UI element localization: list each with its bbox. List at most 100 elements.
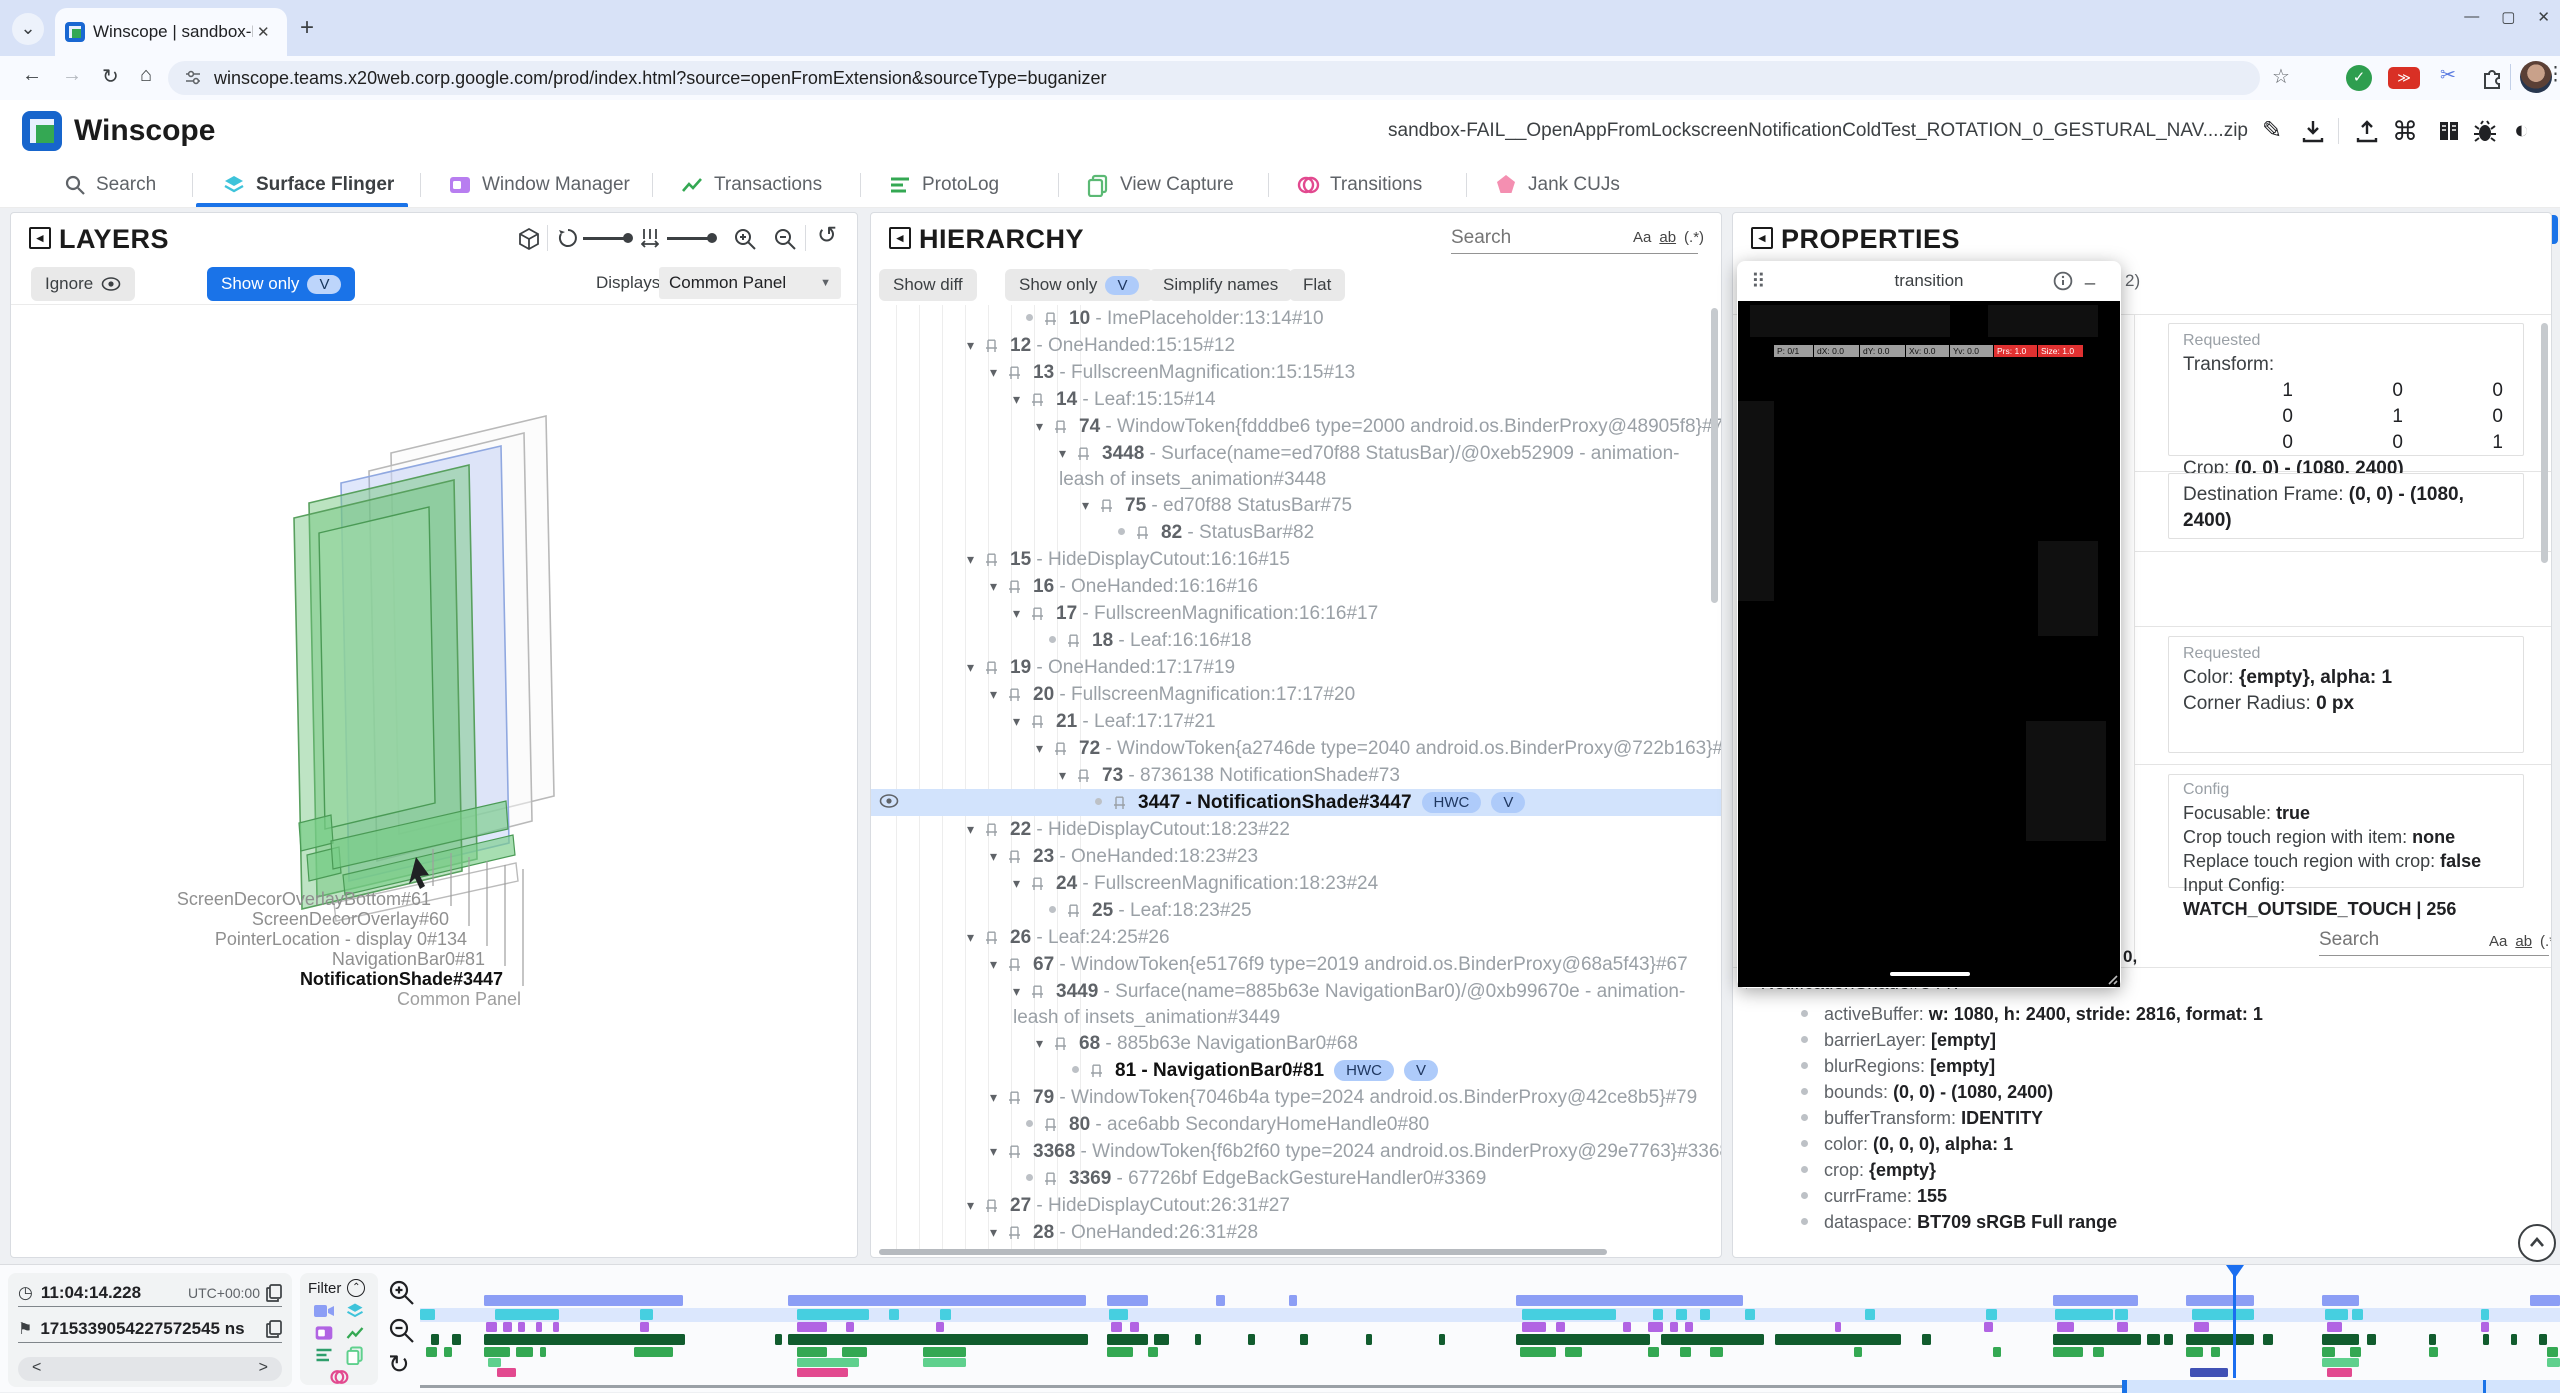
copy-icon[interactable] — [266, 1284, 282, 1302]
tab-view-capture[interactable]: View Capture — [1086, 162, 1234, 208]
collapse-arrow-icon[interactable]: ▾ — [1013, 601, 1031, 626]
extensions-puzzle-icon[interactable] — [2480, 66, 2504, 90]
collapse-arrow-icon[interactable]: ▾ — [1013, 871, 1031, 896]
layer-label[interactable]: ScreenDecorOverlayBottom#61 — [177, 889, 431, 910]
home-icon[interactable]: ⌂ — [140, 64, 152, 87]
window-minimize-button[interactable]: — — [2464, 8, 2479, 26]
scissors-icon[interactable]: ✂ — [2440, 64, 2456, 87]
collapse-arrow-icon[interactable]: ▾ — [990, 1139, 1008, 1164]
collapse-arrow-icon[interactable]: ▾ — [990, 1220, 1008, 1245]
panel-dock-icon[interactable]: ◂ — [889, 227, 911, 249]
prev-entry-button[interactable]: < — [32, 1359, 41, 1377]
ignore-toggle[interactable]: Ignore — [31, 267, 135, 301]
tab-search-chevron-icon[interactable]: ⌄ — [12, 13, 44, 45]
transition-overlay-window[interactable]: transition ⠿ _ P: 0/1dX: 0.0dY: 0.0Xv: 0… — [1737, 261, 2121, 988]
info-icon[interactable] — [2053, 271, 2073, 291]
simplify-names-button[interactable]: Simplify names — [1149, 269, 1292, 301]
properties-vscrollbar[interactable] — [2541, 323, 2548, 563]
report-bug-icon[interactable] — [2472, 118, 2498, 144]
edit-pencil-icon[interactable]: ✎ — [2262, 116, 2282, 145]
screen-recording-trace-icon[interactable] — [313, 1301, 335, 1321]
forward-icon[interactable]: → — [62, 64, 82, 87]
tree-node[interactable]: ▾16 - OneHanded:16:16#16 — [871, 573, 1721, 600]
browser-menu-kebab-icon[interactable]: ⋮ — [2546, 63, 2560, 86]
rotation-slider-knob[interactable] — [623, 233, 633, 243]
match-regex-toggle[interactable]: (.*) — [2540, 933, 2552, 950]
url-bar[interactable]: winscope.teams.x20web.corp.google.com/pr… — [168, 61, 2260, 95]
human-timestamp[interactable]: 11:04:14.228 — [41, 1283, 141, 1303]
collapse-arrow-icon[interactable]: ▾ — [990, 574, 1008, 599]
tab-surface-flinger[interactable]: Surface Flinger — [222, 162, 394, 208]
collapse-arrow-icon[interactable]: ▾ — [990, 360, 1008, 385]
panel-dock-icon[interactable]: ◂ — [1751, 227, 1773, 249]
collapse-arrow-icon[interactable]: ▾ — [990, 682, 1008, 707]
dark-mode-icon[interactable]: ◐ — [2514, 116, 2529, 145]
collapse-arrow-icon[interactable]: ▾ — [967, 1193, 985, 1218]
timeline-tracks[interactable] — [420, 1265, 2560, 1393]
tree-node[interactable]: ▾26 - Leaf:24:25#26 — [871, 924, 1721, 951]
surface-flinger-trace-icon[interactable] — [345, 1301, 365, 1321]
timeline-zoom-in-icon[interactable] — [388, 1279, 414, 1305]
tree-node[interactable]: ▾74 - WindowToken{fdddbe6 type=2000 andr… — [871, 413, 1721, 440]
layer-label[interactable]: ScreenDecorOverlay#60 — [252, 909, 449, 930]
collapse-arrow-icon[interactable]: ▾ — [990, 844, 1008, 869]
property-item[interactable]: barrierLayer: [empty] — [1801, 1027, 2531, 1053]
tree-node[interactable]: ▾14 - Leaf:15:15#14 — [871, 386, 1721, 413]
property-item[interactable]: crop: {empty} — [1801, 1157, 2531, 1183]
timeline-cursor[interactable] — [2233, 1265, 2236, 1378]
property-item[interactable]: bounds: (0, 0) - (1080, 2400) — [1801, 1079, 2531, 1105]
bookmark-star-icon[interactable]: ☆ — [2272, 64, 2290, 89]
tree-node[interactable]: ▾3449 - Surface(name=885b63e NavigationB… — [871, 978, 1721, 1030]
hierarchy-vscrollbar[interactable] — [1711, 308, 1718, 603]
tree-node[interactable]: ▾19 - OneHanded:17:17#19 — [871, 654, 1721, 681]
layers-3d-canvas[interactable] — [11, 301, 858, 1257]
next-entry-button[interactable]: > — [259, 1359, 268, 1377]
tab-close-icon[interactable]: ✕ — [257, 23, 270, 41]
collapse-arrow-icon[interactable]: ▾ — [1013, 979, 1031, 1004]
show-only-v-button[interactable]: Show only V — [1005, 269, 1153, 301]
collapse-arrow-icon[interactable]: ▾ — [967, 333, 985, 358]
site-settings-icon[interactable] — [184, 69, 202, 87]
tab-jank-cujs[interactable]: Jank CUJs — [1494, 162, 1620, 208]
tree-node[interactable]: 82 - StatusBar#82 — [871, 519, 1721, 546]
tree-node[interactable]: 25 - Leaf:18:23#25 — [871, 897, 1721, 924]
match-word-toggle[interactable]: ab — [1659, 229, 1676, 246]
show-only-v-toggle[interactable]: Show only V — [207, 267, 355, 301]
tree-node[interactable]: ▾3368 - WindowToken{f6b2f60 type=2024 an… — [871, 1138, 1721, 1165]
tree-node[interactable]: 18 - Leaf:16:16#18 — [871, 627, 1721, 654]
tree-node[interactable]: ▾15 - HideDisplayCutout:16:16#15 — [871, 546, 1721, 573]
tree-node[interactable]: ▾12 - OneHanded:15:15#12 — [871, 332, 1721, 359]
upload-icon[interactable] — [2354, 118, 2380, 144]
tree-node[interactable]: ▾22 - HideDisplayCutout:18:23#22 — [871, 816, 1721, 843]
layer-label[interactable]: PointerLocation - display 0#134 — [215, 929, 467, 950]
spacing-icon[interactable] — [641, 227, 659, 249]
layer-label[interactable]: NavigationBar0#81 — [332, 949, 485, 970]
reset-view-icon[interactable]: ↺ — [817, 221, 837, 250]
collapse-arrow-icon[interactable]: ▾ — [967, 655, 985, 680]
match-word-toggle[interactable]: ab — [2515, 933, 2532, 950]
resize-handle-icon[interactable] — [2104, 971, 2118, 985]
tree-node[interactable]: ▾3448 - Surface(name=ed70f88 StatusBar)/… — [871, 440, 1721, 492]
collapse-arrow-icon[interactable]: ▾ — [1059, 441, 1077, 466]
copy-icon[interactable] — [266, 1320, 282, 1338]
tree-node[interactable]: 3369 - 67726bf EdgeBackGestureHandler0#3… — [871, 1165, 1721, 1192]
collapse-arrow-icon[interactable]: ▾ — [1036, 736, 1054, 761]
tree-node[interactable]: ▾79 - WindowToken{7046b4a type=2024 andr… — [871, 1084, 1721, 1111]
property-item[interactable]: bufferTransform: IDENTITY — [1801, 1105, 2531, 1131]
tree-node[interactable]: ▾73 - 8736138 NotificationShade#73 — [871, 762, 1721, 789]
property-item[interactable]: blurRegions: [empty] — [1801, 1053, 2531, 1079]
tree-node[interactable]: ▾27 - HideDisplayCutout:26:31#27 — [871, 1192, 1721, 1219]
visibility-eye-icon[interactable] — [879, 794, 899, 808]
collapse-arrow-icon[interactable]: ▾ — [1059, 763, 1077, 788]
window-maximize-button[interactable]: ▢ — [2501, 8, 2515, 26]
new-tab-button[interactable]: + — [300, 14, 314, 42]
hierarchy-hscrollbar[interactable] — [879, 1249, 1607, 1255]
property-item[interactable]: activeBuffer: w: 1080, h: 2400, stride: … — [1801, 1001, 2531, 1027]
protolog-trace-icon[interactable] — [314, 1345, 334, 1365]
tree-node[interactable]: 81 - NavigationBar0#81HWCV — [871, 1057, 1721, 1084]
spacing-slider-knob[interactable] — [707, 233, 717, 243]
extension-check-icon[interactable]: ✓ — [2346, 65, 2372, 91]
match-case-toggle[interactable]: Aa — [1633, 229, 1651, 246]
reload-icon[interactable]: ↻ — [102, 64, 119, 89]
tab-transitions[interactable]: Transitions — [1296, 162, 1422, 208]
